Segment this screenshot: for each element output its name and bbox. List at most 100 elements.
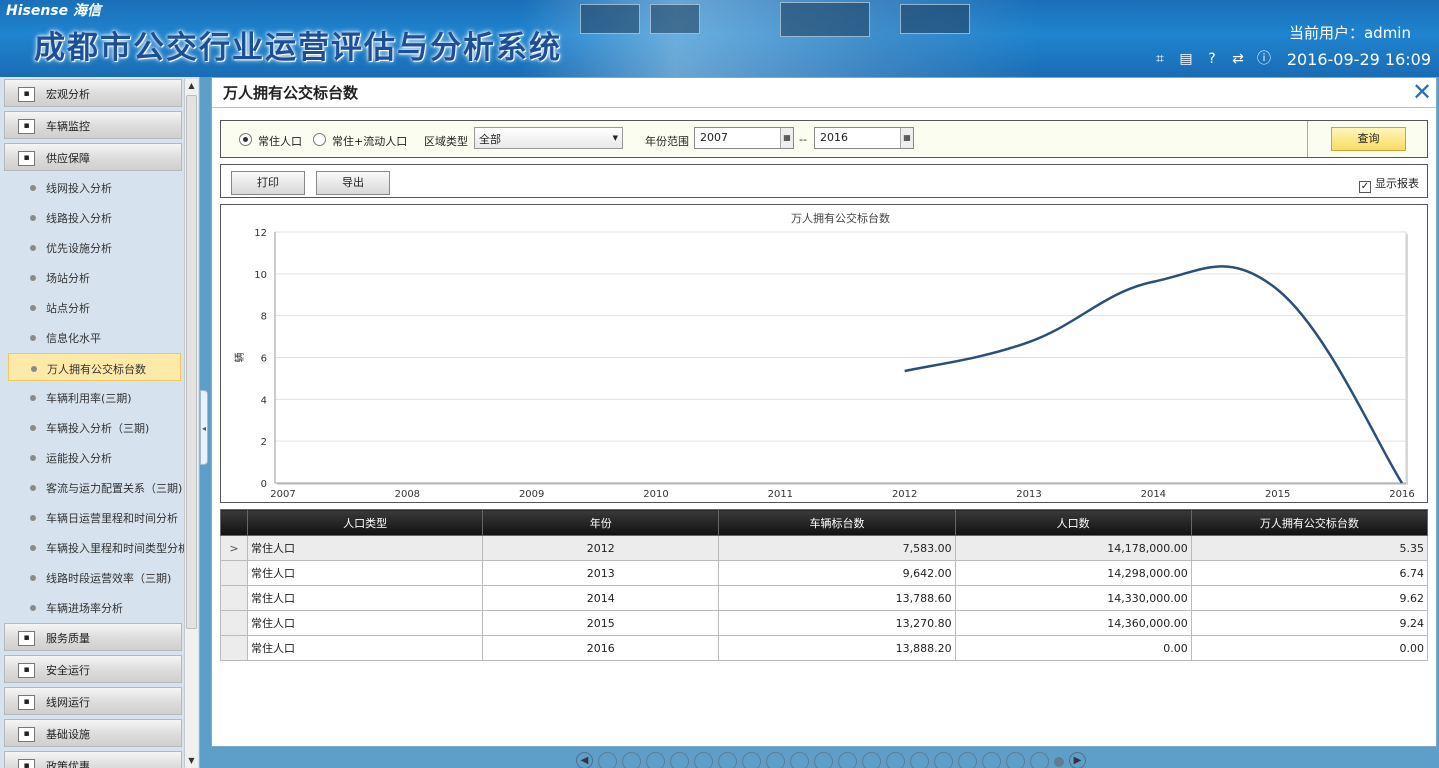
sidebar-item-9[interactable]: 运能投入分析 xyxy=(8,443,181,471)
sidebar-item-7[interactable]: 车辆利用率(三期) xyxy=(8,383,181,411)
column-header[interactable]: 人口数 xyxy=(954,509,1192,536)
bullet-icon xyxy=(30,305,36,311)
sidebar-item-8[interactable]: 车辆投入分析（三期) xyxy=(8,413,181,441)
pager-page-dot[interactable] xyxy=(982,752,1001,768)
pager-current-dot[interactable] xyxy=(1054,757,1064,767)
crop-icon[interactable]: ⌗ xyxy=(1150,50,1170,69)
table-cell: 0.00 xyxy=(954,635,1192,661)
close-icon[interactable]: ✕ xyxy=(1410,80,1434,104)
chart-title: 万人拥有公交标台数 xyxy=(791,211,890,225)
table-row[interactable]: 常住人口 2014 13,788.60 14,330,000.00 9.62 xyxy=(219,585,1429,611)
query-button[interactable]: 查询 xyxy=(1331,127,1406,151)
y-tick-label: 2 xyxy=(261,437,267,448)
sidebar-item-label: 优先设施分析 xyxy=(46,242,112,255)
sidebar-item-0[interactable]: 线网投入分析 xyxy=(8,173,181,201)
table-row[interactable]: 常住人口 2015 13,270.80 14,360,000.00 9.24 xyxy=(219,610,1429,636)
info-icon[interactable]: ⓘ xyxy=(1254,50,1274,69)
sidebar-category-2[interactable]: ▪ 供应保障 xyxy=(4,143,182,171)
radio-resident-floating[interactable] xyxy=(313,133,326,146)
pager-page-dot[interactable] xyxy=(742,752,761,768)
sidebar-item-2[interactable]: 优先设施分析 xyxy=(8,233,181,261)
sidebar-item-1[interactable]: 线路投入分析 xyxy=(8,203,181,231)
region-type-select[interactable]: 全部 ▼ xyxy=(474,127,623,149)
pager-page-dot[interactable] xyxy=(838,752,857,768)
sidebar-category-label: 基础设施 xyxy=(46,728,90,741)
pager-page-dot[interactable] xyxy=(598,752,617,768)
column-header[interactable]: 年份 xyxy=(482,509,720,536)
table-row[interactable]: > 常住人口 2012 7,583.00 14,178,000.00 5.35 xyxy=(219,535,1429,561)
radio-resident[interactable] xyxy=(239,133,252,146)
export-button[interactable]: 导出 xyxy=(316,171,390,195)
pager-page-dot[interactable] xyxy=(1030,752,1049,768)
table-row[interactable]: 常住人口 2016 13,888.20 0.00 0.00 xyxy=(219,635,1429,661)
sidebar-item-12[interactable]: 车辆投入里程和时间类型分析 xyxy=(8,533,189,561)
column-header[interactable]: 车辆标台数 xyxy=(718,509,956,536)
sidebar-item-10[interactable]: 客流与运力配置关系（三期) xyxy=(8,473,183,501)
calendar-icon[interactable]: ▦ xyxy=(900,128,913,148)
pager-page-dot[interactable] xyxy=(622,752,641,768)
sidebar-item-5[interactable]: 信息化水平 xyxy=(8,323,181,351)
sidebar-item-3[interactable]: 场站分析 xyxy=(8,263,181,291)
service-icon: ▪ xyxy=(18,631,35,646)
pager-page-dot[interactable] xyxy=(790,752,809,768)
sidebar-category-label: 供应保障 xyxy=(46,152,90,165)
pager-page-dot[interactable] xyxy=(814,752,833,768)
pager-page-dot[interactable] xyxy=(670,752,689,768)
pager-page-dot[interactable] xyxy=(694,752,713,768)
sidebar-item-label: 客流与运力配置关系（三期) xyxy=(46,482,183,495)
sidebar-category-4[interactable]: ▪ 安全运行 xyxy=(4,655,182,683)
column-header[interactable]: 人口类型 xyxy=(247,509,484,536)
region-type-value: 全部 xyxy=(479,133,501,146)
calendar-icon[interactable]: ▦ xyxy=(780,128,793,148)
pager-page-dot[interactable] xyxy=(766,752,785,768)
sidebar-category-7[interactable]: ▪ 政策优惠 xyxy=(4,751,182,768)
pager-prev-icon[interactable]: ◀ xyxy=(576,752,593,768)
sidebar-item-11[interactable]: 车辆日运营里程和时间分析 xyxy=(8,503,181,531)
row-indicator[interactable]: > xyxy=(219,535,249,561)
row-indicator[interactable] xyxy=(219,635,249,661)
sidebar-item-13[interactable]: 线路时段运营效率（三期) xyxy=(8,563,181,591)
column-header[interactable]: 万人拥有公交标台数 xyxy=(1190,509,1429,536)
pager-next-icon[interactable]: ▶ xyxy=(1069,752,1086,768)
sidebar-category-6[interactable]: ▪ 基础设施 xyxy=(4,719,182,747)
scroll-down-icon[interactable]: ▼ xyxy=(185,754,198,768)
keyboard-icon[interactable]: ▤ xyxy=(1176,50,1196,69)
pager-page-dot[interactable] xyxy=(910,752,929,768)
sidebar-category-0[interactable]: ▪ 宏观分析 xyxy=(4,79,182,107)
sidebar-collapse-handle[interactable]: ◂ xyxy=(200,390,208,465)
checkbox-checked-icon[interactable]: ✓ xyxy=(1359,181,1371,193)
year-from-input[interactable]: 2007 ▦ xyxy=(694,127,794,149)
table-row[interactable]: 常住人口 2013 9,642.00 14,298,000.00 6.74 xyxy=(219,560,1429,586)
sidebar-category-5[interactable]: ▪ 线网运行 xyxy=(4,687,182,715)
year-to-input[interactable]: 2016 ▦ xyxy=(814,127,914,149)
sidebar-category-3[interactable]: ▪ 服务质量 xyxy=(4,623,182,651)
row-indicator[interactable] xyxy=(219,585,249,611)
pager-page-dot[interactable] xyxy=(934,752,953,768)
sidebar-item-6[interactable]: 万人拥有公交标台数 xyxy=(8,353,181,381)
print-button[interactable]: 打印 xyxy=(231,171,305,195)
table-cell: 13,888.20 xyxy=(718,635,956,661)
bullet-icon xyxy=(30,245,36,251)
system-title: 成都市公交行业运营评估与分析系统 xyxy=(34,30,562,66)
row-indicator[interactable] xyxy=(219,610,249,636)
pager-page-dot[interactable] xyxy=(862,752,881,768)
sidebar-item-label: 场站分析 xyxy=(46,272,90,285)
pager-page-dot[interactable] xyxy=(886,752,905,768)
pager-page-dot[interactable] xyxy=(958,752,977,768)
show-report-toggle[interactable]: ✓ 显示报表 xyxy=(1359,175,1419,193)
scrollbar-thumb[interactable] xyxy=(186,95,197,629)
policy-icon: ▪ xyxy=(18,759,35,768)
bullet-icon xyxy=(30,395,36,401)
pager-page-dot[interactable] xyxy=(718,752,737,768)
sidebar-item-14[interactable]: 车辆进场率分析 xyxy=(8,593,181,621)
row-indicator[interactable] xyxy=(219,560,249,586)
sidebar-category-1[interactable]: ▪ 车辆监控 xyxy=(4,111,182,139)
refresh-icon[interactable]: ⇄ xyxy=(1228,50,1248,69)
scroll-up-icon[interactable]: ▲ xyxy=(185,79,198,93)
sidebar-scrollbar[interactable]: ▲ ▼ xyxy=(184,79,198,768)
help-icon[interactable]: ? xyxy=(1202,50,1222,69)
pager-page-dot[interactable] xyxy=(646,752,665,768)
pager-page-dot[interactable] xyxy=(1006,752,1025,768)
y-tick-label: 10 xyxy=(254,270,267,281)
sidebar-item-4[interactable]: 站点分析 xyxy=(8,293,181,321)
